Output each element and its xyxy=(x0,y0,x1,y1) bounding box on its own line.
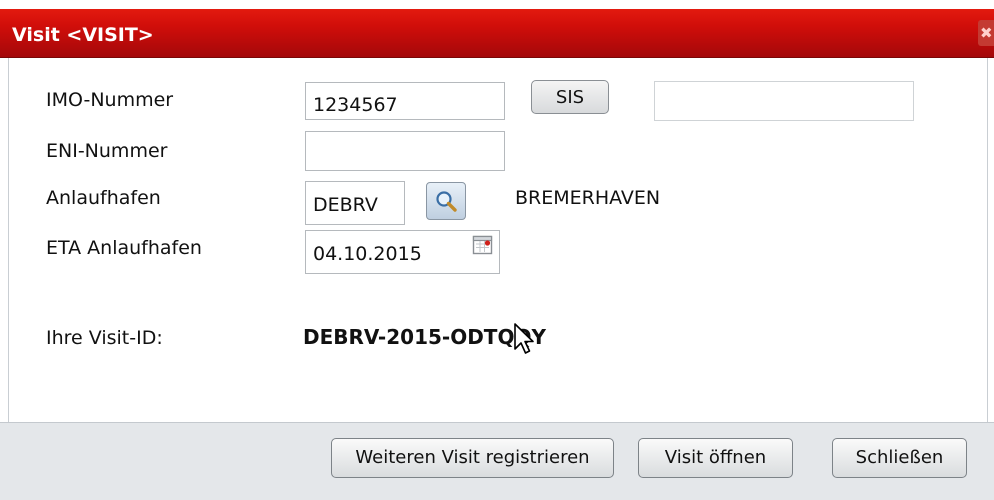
sis-button[interactable]: SIS xyxy=(531,80,609,114)
calendar-icon[interactable] xyxy=(472,234,494,256)
open-visit-button[interactable]: Visit öffnen xyxy=(638,438,793,478)
magnifier-icon xyxy=(436,191,457,212)
sis-result-field xyxy=(654,81,914,121)
close-button[interactable]: Schließen xyxy=(832,438,967,478)
dialog-footer: Weiteren Visit registrieren Visit öffnen… xyxy=(0,422,994,500)
port-search-button[interactable] xyxy=(426,182,466,220)
visit-id-label: Ihre Visit-ID: xyxy=(46,327,163,349)
port-code-input[interactable]: DEBRV xyxy=(305,181,405,225)
eni-input[interactable] xyxy=(305,131,505,171)
eta-label: ETA Anlaufhafen xyxy=(46,237,202,259)
dialog-title: Visit <VISIT> xyxy=(12,24,154,46)
eta-date-input[interactable]: 04.10.2015 xyxy=(305,230,500,274)
mouse-pointer-icon xyxy=(514,323,534,354)
imo-input[interactable]: 1234567 xyxy=(305,82,505,120)
port-label: Anlaufhafen xyxy=(46,187,161,209)
dialog-titlebar[interactable]: Visit <VISIT> ✖ xyxy=(0,9,994,58)
register-another-visit-button[interactable]: Weiteren Visit registrieren xyxy=(331,438,614,478)
imo-label: IMO-Nummer xyxy=(46,89,174,111)
eni-label: ENI-Nummer xyxy=(46,140,168,162)
visit-id-value: DEBRV-2015-ODTQQY xyxy=(303,325,546,349)
visit-dialog: Visit <VISIT> ✖ IMO-Nummer 1234567 SIS E… xyxy=(0,0,994,500)
close-icon[interactable]: ✖ xyxy=(978,20,994,46)
port-name-text: BREMERHAVEN xyxy=(515,187,661,209)
